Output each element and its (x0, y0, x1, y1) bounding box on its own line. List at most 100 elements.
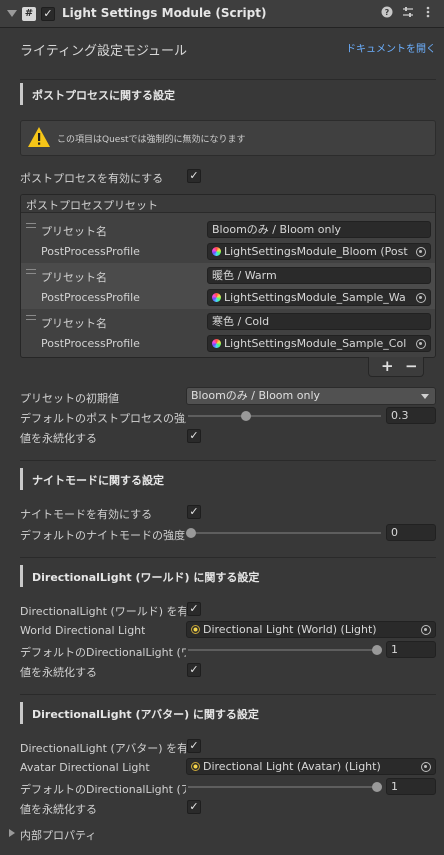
postprocess-enable-checkbox[interactable]: ✓ (187, 169, 201, 183)
list-add-remove: + − (368, 357, 424, 377)
component-header: # ✓ Light Settings Module (Script) ? (0, 0, 444, 28)
profile-label: PostProcessProfile (41, 337, 140, 350)
world-light-object-label: World Directional Light (20, 624, 146, 637)
profile-label: PostProcessProfile (41, 291, 140, 304)
nightmode-enable-checkbox[interactable]: ✓ (187, 505, 201, 519)
profile-field[interactable]: LightSettingsModule_Sample_Col (207, 335, 431, 352)
warning-icon (28, 127, 50, 147)
world-light-enable-label: DirectionalLight (ワールド) を有効 (20, 605, 186, 618)
preset-name-field[interactable]: 寒色 / Cold (207, 313, 431, 330)
drag-handle-icon[interactable] (26, 315, 36, 320)
slider-thumb[interactable] (241, 411, 251, 421)
remove-element-button[interactable]: − (405, 357, 418, 375)
postprocess-profile-icon (212, 339, 221, 348)
avatar-light-object-label: Avatar Directional Light (20, 761, 150, 774)
divider (20, 694, 436, 695)
collapse-arrow-icon[interactable] (7, 10, 17, 17)
object-picker-icon[interactable] (416, 339, 426, 349)
preset-icon[interactable] (401, 6, 415, 20)
kebab-menu-icon[interactable] (421, 6, 435, 20)
postprocess-profile-icon (212, 293, 221, 302)
nightmode-strength-slider[interactable] (188, 532, 381, 534)
list-item: プリセット名 暖色 / Warm PostProcessProfile Ligh… (21, 263, 435, 309)
nightmode-strength-field[interactable]: 0 (386, 524, 436, 541)
avatar-light-strength-label: デフォルトのDirectionalLight (アバ (20, 783, 186, 796)
preset-initial-label: プリセットの初期値 (20, 392, 119, 405)
section-marker (20, 83, 23, 105)
postprocess-persist-checkbox[interactable]: ✓ (187, 429, 201, 443)
warning-box: この項目はQuestでは強制的に無効になります (20, 120, 436, 156)
drag-handle-icon[interactable] (26, 269, 36, 274)
section-marker (20, 565, 23, 587)
module-title: ライティング設定モジュール (20, 44, 188, 59)
world-light-enable-checkbox[interactable]: ✓ (187, 602, 201, 616)
profile-label: PostProcessProfile (41, 245, 140, 258)
profile-field[interactable]: LightSettingsModule_Bloom (Post (207, 243, 431, 260)
object-picker-icon[interactable] (416, 247, 426, 257)
preset-list-title: ポストプロセスプリセット (26, 199, 158, 212)
slider-thumb[interactable] (186, 528, 196, 538)
component-enabled-checkbox[interactable]: ✓ (41, 7, 55, 21)
section-marker (20, 702, 23, 724)
object-picker-icon[interactable] (421, 625, 431, 635)
preset-name-field[interactable]: 暖色 / Warm (207, 267, 431, 284)
preset-name-label: プリセット名 (41, 317, 107, 330)
avatar-light-enable-checkbox[interactable]: ✓ (187, 739, 201, 753)
divider (20, 79, 436, 80)
profile-field[interactable]: LightSettingsModule_Sample_Wa (207, 289, 431, 306)
slider-thumb[interactable] (372, 645, 382, 655)
postprocess-section-title: ポストプロセスに関する設定 (32, 89, 175, 102)
world-light-strength-field[interactable]: 1 (386, 641, 436, 658)
nightmode-enable-label: ナイトモードを有効にする (20, 508, 153, 521)
light-icon (191, 762, 200, 771)
preset-name-field[interactable]: Bloomのみ / Bloom only (207, 221, 431, 238)
postprocess-profile-icon (212, 247, 221, 256)
avatar-light-persist-checkbox[interactable]: ✓ (187, 800, 201, 814)
object-picker-icon[interactable] (416, 293, 426, 303)
component-title: Light Settings Module (Script) (62, 6, 267, 20)
avatar-light-object-field[interactable]: Directional Light (Avatar) (Light) (186, 758, 436, 775)
preset-initial-dropdown[interactable]: Bloomのみ / Bloom only (186, 387, 436, 405)
svg-text:?: ? (385, 8, 390, 17)
nightmode-strength-label: デフォルトのナイトモードの強度 (20, 529, 185, 542)
divider (20, 460, 436, 461)
open-docs-link[interactable]: ドキュメントを開く (346, 40, 436, 55)
world-light-object-field[interactable]: Directional Light (World) (Light) (186, 621, 436, 638)
drag-handle-icon[interactable] (26, 223, 36, 228)
avatar-light-section-title: DirectionalLight (アバター) に関する設定 (32, 708, 259, 721)
light-icon (191, 625, 200, 634)
world-light-persist-label: 値を永続化する (20, 666, 97, 679)
internal-properties-foldout[interactable]: 内部プロパティ (20, 827, 96, 843)
list-item: プリセット名 Bloomのみ / Bloom only PostProcessP… (21, 217, 435, 263)
postprocess-strength-label: デフォルトのポストプロセスの強度 (20, 412, 186, 425)
object-picker-icon[interactable] (421, 762, 431, 772)
script-icon: # (22, 7, 36, 21)
preset-list: ポストプロセスプリセット プリセット名 Bloomのみ / Bloom only… (20, 194, 436, 358)
add-element-button[interactable]: + (381, 357, 394, 375)
postprocess-persist-label: 値を永続化する (20, 432, 97, 445)
warning-text: この項目はQuestでは強制的に無効になります (57, 135, 246, 145)
divider (20, 557, 436, 558)
preset-initial-value: Bloomのみ / Bloom only (191, 389, 321, 402)
chevron-right-icon[interactable] (9, 829, 15, 837)
postprocess-strength-field[interactable]: 0.3 (386, 407, 436, 424)
slider-thumb[interactable] (372, 782, 382, 792)
chevron-down-icon (421, 394, 429, 399)
avatar-light-enable-label: DirectionalLight (アバター) を有効 (20, 742, 186, 755)
world-light-strength-label: デフォルトのDirectionalLight (ワー (20, 646, 186, 659)
postprocess-strength-slider[interactable] (188, 415, 381, 417)
avatar-light-persist-label: 値を永続化する (20, 803, 97, 816)
help-icon[interactable]: ? (380, 6, 394, 20)
preset-list-header: ポストプロセスプリセット (21, 195, 435, 213)
avatar-light-strength-field[interactable]: 1 (386, 778, 436, 795)
list-item: プリセット名 寒色 / Cold PostProcessProfile Ligh… (21, 309, 435, 355)
world-light-strength-slider[interactable] (188, 649, 381, 651)
preset-name-label: プリセット名 (41, 271, 107, 284)
postprocess-enable-label: ポストプロセスを有効にする (20, 172, 164, 185)
world-light-persist-checkbox[interactable]: ✓ (187, 663, 201, 677)
avatar-light-strength-slider[interactable] (188, 786, 381, 788)
section-marker (20, 468, 23, 490)
world-light-section-title: DirectionalLight (ワールド) に関する設定 (32, 571, 260, 584)
nightmode-section-title: ナイトモードに関する設定 (32, 474, 164, 487)
preset-name-label: プリセット名 (41, 225, 107, 238)
